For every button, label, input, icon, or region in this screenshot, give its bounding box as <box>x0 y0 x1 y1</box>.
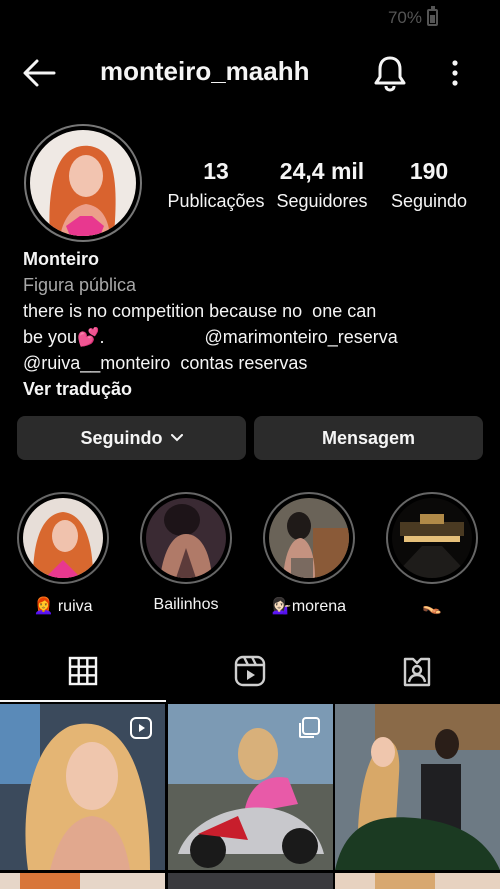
post-thumbnail[interactable] <box>0 873 165 889</box>
highlight-cover <box>23 498 103 578</box>
highlight-cover <box>146 498 226 578</box>
post-thumbnail[interactable] <box>168 704 333 870</box>
avatar-photo <box>30 130 136 236</box>
top-bar: monteiro_maahh <box>0 44 500 102</box>
highlight-label: 💁🏻‍♀️morena <box>271 598 347 615</box>
status-bar: 70% <box>0 0 500 36</box>
profile-bio: Monteiro Figura pública there is no comp… <box>23 246 483 402</box>
highlight-cover <box>269 498 349 578</box>
following-label: Seguindo <box>390 191 468 211</box>
stat-posts[interactable]: 13 Publicações <box>166 158 266 212</box>
bio-line[interactable]: be you💕. @marimonteiro_reserva <box>23 324 483 350</box>
profile-username: monteiro_maahh <box>100 56 310 86</box>
highlight-label: 👩‍🦰 ruiva <box>33 598 93 615</box>
following-button[interactable]: Seguindo <box>17 416 246 460</box>
following-count: 190 <box>409 158 449 184</box>
notifications-button[interactable] <box>372 54 408 92</box>
message-button-label: Mensagem <box>321 427 416 448</box>
following-button-label: Seguindo <box>80 427 163 448</box>
stat-followers[interactable]: 24,4 mil Seguidores <box>272 158 372 212</box>
stat-following[interactable]: 190 Seguindo <box>384 158 474 212</box>
profile-tabs <box>0 640 500 702</box>
story-highlight[interactable]: 👩‍🦰 ruiva <box>15 492 111 616</box>
more-vertical-icon <box>452 60 458 86</box>
posts-label: Publicações <box>167 191 265 211</box>
followers-label: Seguidores <box>276 191 368 211</box>
battery-percent: 70% <box>387 8 422 27</box>
bio-line[interactable]: @ruiva__monteiro contas reservas <box>23 350 483 376</box>
story-highlight[interactable]: 💁🏻‍♀️morena <box>261 492 357 616</box>
more-options-button[interactable] <box>440 56 470 90</box>
tab-reels[interactable] <box>167 640 333 702</box>
story-highlight[interactable]: Bailinhos <box>138 492 234 614</box>
profile-name: Monteiro <box>23 249 99 269</box>
posts-count: 13 <box>203 158 229 184</box>
arrow-left-icon <box>23 59 56 87</box>
profile-avatar[interactable] <box>24 124 142 242</box>
tab-posts-grid[interactable] <box>0 640 166 702</box>
highlight-label: Bailinhos <box>153 596 219 613</box>
bell-icon <box>374 56 406 92</box>
story-highlight[interactable]: 👡 <box>384 492 480 616</box>
reel-icon <box>130 717 152 739</box>
profile-category: Figura pública <box>23 275 137 295</box>
post-thumbnail[interactable] <box>0 704 165 870</box>
reels-icon <box>234 655 266 687</box>
post-thumbnail[interactable] <box>335 704 500 870</box>
active-tab-indicator <box>0 700 166 702</box>
highlight-cover <box>392 498 472 578</box>
battery-icon <box>427 6 438 26</box>
see-translation-link[interactable]: Ver tradução <box>23 376 483 402</box>
grid-icon <box>68 656 98 686</box>
followers-count: 24,4 mil <box>279 158 365 184</box>
message-button[interactable]: Mensagem <box>254 416 483 460</box>
post-thumbnail[interactable] <box>168 873 333 889</box>
back-button[interactable] <box>20 56 60 90</box>
carousel-icon <box>299 717 320 738</box>
highlight-label: 👡 <box>422 598 442 615</box>
tab-tagged[interactable] <box>334 640 500 702</box>
tagged-icon <box>403 657 431 687</box>
chevron-down-icon <box>170 434 183 442</box>
bio-line: there is no competition because no one c… <box>23 301 377 321</box>
post-thumbnail[interactable] <box>335 873 500 889</box>
